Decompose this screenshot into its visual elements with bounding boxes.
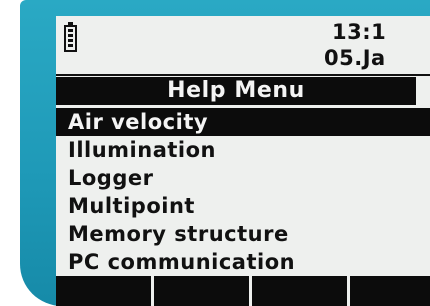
softkey-2[interactable]: [154, 276, 249, 306]
menu-item-illumination[interactable]: Illumination: [56, 136, 430, 164]
help-menu-list: Air velocity Illumination Logger Multipo…: [56, 108, 430, 276]
header-divider: [56, 74, 430, 76]
menu-item-memory-structure[interactable]: Memory structure: [56, 220, 430, 248]
lcd-screen: 13:1 05.Ja Help Menu Air velocity Illumi…: [56, 16, 430, 306]
softkey-bar: [56, 276, 430, 306]
menu-item-air-velocity[interactable]: Air velocity: [56, 108, 430, 136]
battery-icon: [64, 22, 77, 52]
softkey-1[interactable]: [56, 276, 151, 306]
menu-item-multipoint[interactable]: Multipoint: [56, 192, 430, 220]
menu-item-logger[interactable]: Logger: [56, 164, 430, 192]
clock-date: 05.Ja: [324, 46, 386, 70]
softkey-4[interactable]: [350, 276, 430, 306]
device: 13:1 05.Ja Help Menu Air velocity Illumi…: [0, 0, 430, 306]
clock-time: 13:1: [332, 20, 387, 44]
softkey-3[interactable]: [252, 276, 347, 306]
menu-item-pc-communication[interactable]: PC communication: [56, 248, 430, 276]
menu-title: Help Menu: [56, 77, 416, 105]
